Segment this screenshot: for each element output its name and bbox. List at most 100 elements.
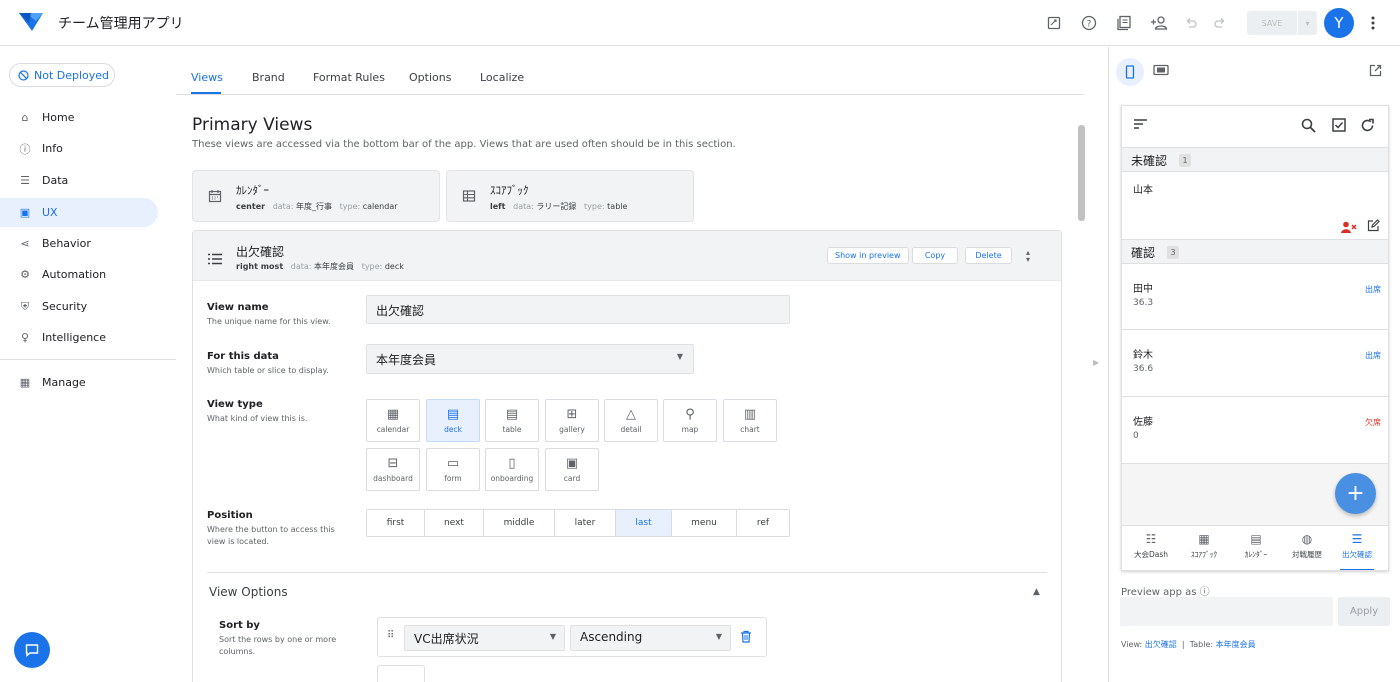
view-type-form[interactable]: ▭ form — [426, 448, 480, 491]
view-name-input[interactable]: 出欠確認 — [366, 295, 790, 324]
view-card-calendar[interactable]: ｶﾚﾝﾀﾞｰ center data: 年度_行事 type: calendar — [192, 170, 440, 222]
emulator-icon[interactable] — [1043, 12, 1065, 34]
table-link[interactable]: 本年度会員 — [1216, 640, 1256, 649]
position-middle[interactable]: middle — [484, 510, 555, 536]
drag-handle-icon[interactable]: ⠿ — [387, 630, 394, 641]
view-card-name: ｶﾚﾝﾀﾞｰ — [236, 184, 269, 197]
add-fab-button[interactable]: + — [1335, 473, 1376, 514]
sidebar-item-intelligence[interactable]: ♀ Intelligence — [0, 323, 158, 352]
view-detail-header[interactable]: 出欠確認 right most data: 本年度会員 type: deck S… — [193, 231, 1061, 281]
view-type-detail[interactable]: △ detail — [604, 399, 658, 442]
show-in-preview-button[interactable]: Show in preview — [827, 247, 909, 264]
data-source-select[interactable]: 本年度会員 ▼ — [366, 344, 694, 374]
deck-row-value: 36.3 — [1133, 298, 1154, 308]
preview-as-input[interactable] — [1120, 597, 1333, 626]
position-next[interactable]: next — [425, 510, 484, 536]
gallery-icon: ⊞ — [566, 407, 578, 422]
group-header-confirmed[interactable]: 確認 3 — [1122, 240, 1388, 264]
chevron-up-icon[interactable]: ▲ — [1033, 587, 1040, 597]
sidebar-item-data[interactable]: ☰ Data — [0, 166, 158, 195]
sidebar-item-behavior[interactable]: ⋖ Behavior — [0, 229, 158, 258]
view-card-scorebook[interactable]: ｽｺｱﾌﾞｯｸ left data: ラリー記録 type: table — [446, 170, 694, 222]
position-menu[interactable]: menu — [672, 510, 737, 536]
position-last[interactable]: last — [616, 510, 672, 536]
search-icon[interactable] — [1301, 118, 1316, 137]
chat-button[interactable] — [14, 632, 50, 668]
view-link[interactable]: 出欠確認 — [1145, 640, 1177, 649]
deck-row[interactable]: 山本 — [1122, 172, 1388, 240]
apply-button[interactable]: Apply — [1338, 597, 1390, 626]
deck-row[interactable]: 田中 36.3 出席 — [1122, 264, 1388, 330]
bottom-nav-item[interactable]: ☷ 大会Dash — [1125, 532, 1177, 560]
view-type-card[interactable]: ▣ card — [545, 448, 599, 491]
tab-format-rules[interactable]: Format Rules — [313, 71, 385, 84]
avatar[interactable]: Y — [1324, 8, 1354, 38]
panel-collapse-arrow-icon[interactable]: ▶ — [1093, 358, 1099, 367]
bottom-nav-item[interactable]: ◍ 対戦履歴 — [1281, 532, 1333, 560]
edit-icon[interactable] — [1367, 217, 1380, 236]
tablet-preview-toggle[interactable] — [1153, 64, 1169, 79]
bottom-nav-item-active[interactable]: ☰ 出欠確認 — [1331, 532, 1383, 560]
sidebar-item-info[interactable]: ⓘ Info — [0, 134, 158, 163]
sort-order-select[interactable]: Ascending ▼ — [570, 625, 731, 651]
view-type-dashboard[interactable]: ⊟ dashboard — [366, 448, 420, 491]
refresh-icon[interactable] — [1360, 118, 1375, 137]
sort-order-value: Ascending — [580, 630, 643, 644]
phone-preview-toggle[interactable] — [1116, 58, 1144, 86]
save-dropdown-icon[interactable]: ▾ — [1298, 19, 1317, 28]
delete-button[interactable]: Delete — [965, 247, 1012, 264]
position-later[interactable]: later — [555, 510, 616, 536]
tab-views[interactable]: Views — [191, 71, 223, 84]
svg-text:?: ? — [1087, 20, 1092, 30]
tab-options[interactable]: Options — [409, 71, 451, 84]
open-in-new-icon — [1369, 64, 1382, 77]
section-title: Primary Views — [192, 115, 313, 135]
deck-row[interactable]: 佐藤 0 欠席 — [1122, 397, 1388, 464]
sidebar-item-security[interactable]: ⛨ Security — [0, 292, 158, 321]
redo-icon[interactable] — [1209, 12, 1231, 34]
main-scrollbar-thumb[interactable] — [1078, 125, 1085, 221]
preview-as-label: Preview app as ⓘ — [1121, 587, 1210, 598]
bottom-nav-item[interactable]: ▦ ｽｺｱﾌﾞｯｸ — [1178, 532, 1230, 560]
more-vert-icon[interactable] — [1362, 12, 1384, 34]
position-first[interactable]: first — [367, 510, 425, 536]
position-ref[interactable]: ref — [737, 510, 789, 536]
deploy-status-badge[interactable]: Not Deployed — [9, 63, 115, 87]
menu-sort-icon[interactable] — [1133, 118, 1148, 134]
tab-localize[interactable]: Localize — [480, 71, 524, 84]
section-description: These views are accessed via the bottom … — [192, 139, 736, 150]
appsheet-logo-icon[interactable] — [18, 11, 44, 33]
tab-brand[interactable]: Brand — [252, 71, 285, 84]
share-add-person-icon[interactable] — [1148, 12, 1170, 34]
view-type-table[interactable]: ▤ table — [485, 399, 539, 442]
view-type-calendar[interactable]: ▦ calendar — [366, 399, 420, 442]
deck-row-value: 0 — [1133, 431, 1139, 441]
add-sort-row-placeholder[interactable] — [377, 665, 425, 682]
save-button[interactable]: SAVE ▾ — [1247, 11, 1317, 35]
sort-column-select[interactable]: VC出席状況 ▼ — [404, 625, 565, 651]
person-remove-icon[interactable] — [1341, 218, 1357, 237]
view-type-gallery[interactable]: ⊞ gallery — [545, 399, 599, 442]
deck-row[interactable]: 鈴木 36.6 出席 — [1122, 330, 1388, 397]
undo-icon[interactable] — [1180, 12, 1202, 34]
view-type-chart[interactable]: ▥ chart — [723, 399, 777, 442]
group-header-unconfirmed[interactable]: 未確認 1 — [1122, 148, 1388, 172]
sidebar-item-home[interactable]: ⌂ Home — [0, 103, 158, 132]
open-new-window-button[interactable] — [1369, 64, 1382, 80]
sidebar-item-manage[interactable]: ▦ Manage — [0, 368, 158, 397]
sidebar-item-ux[interactable]: ▣ UX — [0, 198, 158, 227]
calendar-icon — [208, 189, 222, 206]
dropdown-caret-icon: ▼ — [549, 632, 556, 641]
copy-button[interactable]: Copy — [912, 247, 958, 264]
documentation-icon[interactable] — [1113, 12, 1135, 34]
sidebar-item-automation[interactable]: ⚙ Automation — [0, 260, 158, 289]
select-checkbox-icon[interactable] — [1332, 118, 1346, 136]
view-type-deck[interactable]: ▤ deck — [426, 399, 480, 442]
view-type-onboarding[interactable]: ▯ onboarding — [485, 448, 539, 491]
view-options-title[interactable]: View Options — [209, 585, 288, 599]
expand-collapse-icon[interactable]: ▴ ▾ — [1026, 249, 1030, 264]
view-type-map[interactable]: ⚲ map — [663, 399, 717, 442]
delete-trash-icon[interactable] — [740, 628, 752, 647]
bottom-nav-item[interactable]: ▤ ｶﾚﾝﾀﾞｰ — [1230, 532, 1282, 560]
help-icon[interactable]: ? — [1078, 12, 1100, 34]
